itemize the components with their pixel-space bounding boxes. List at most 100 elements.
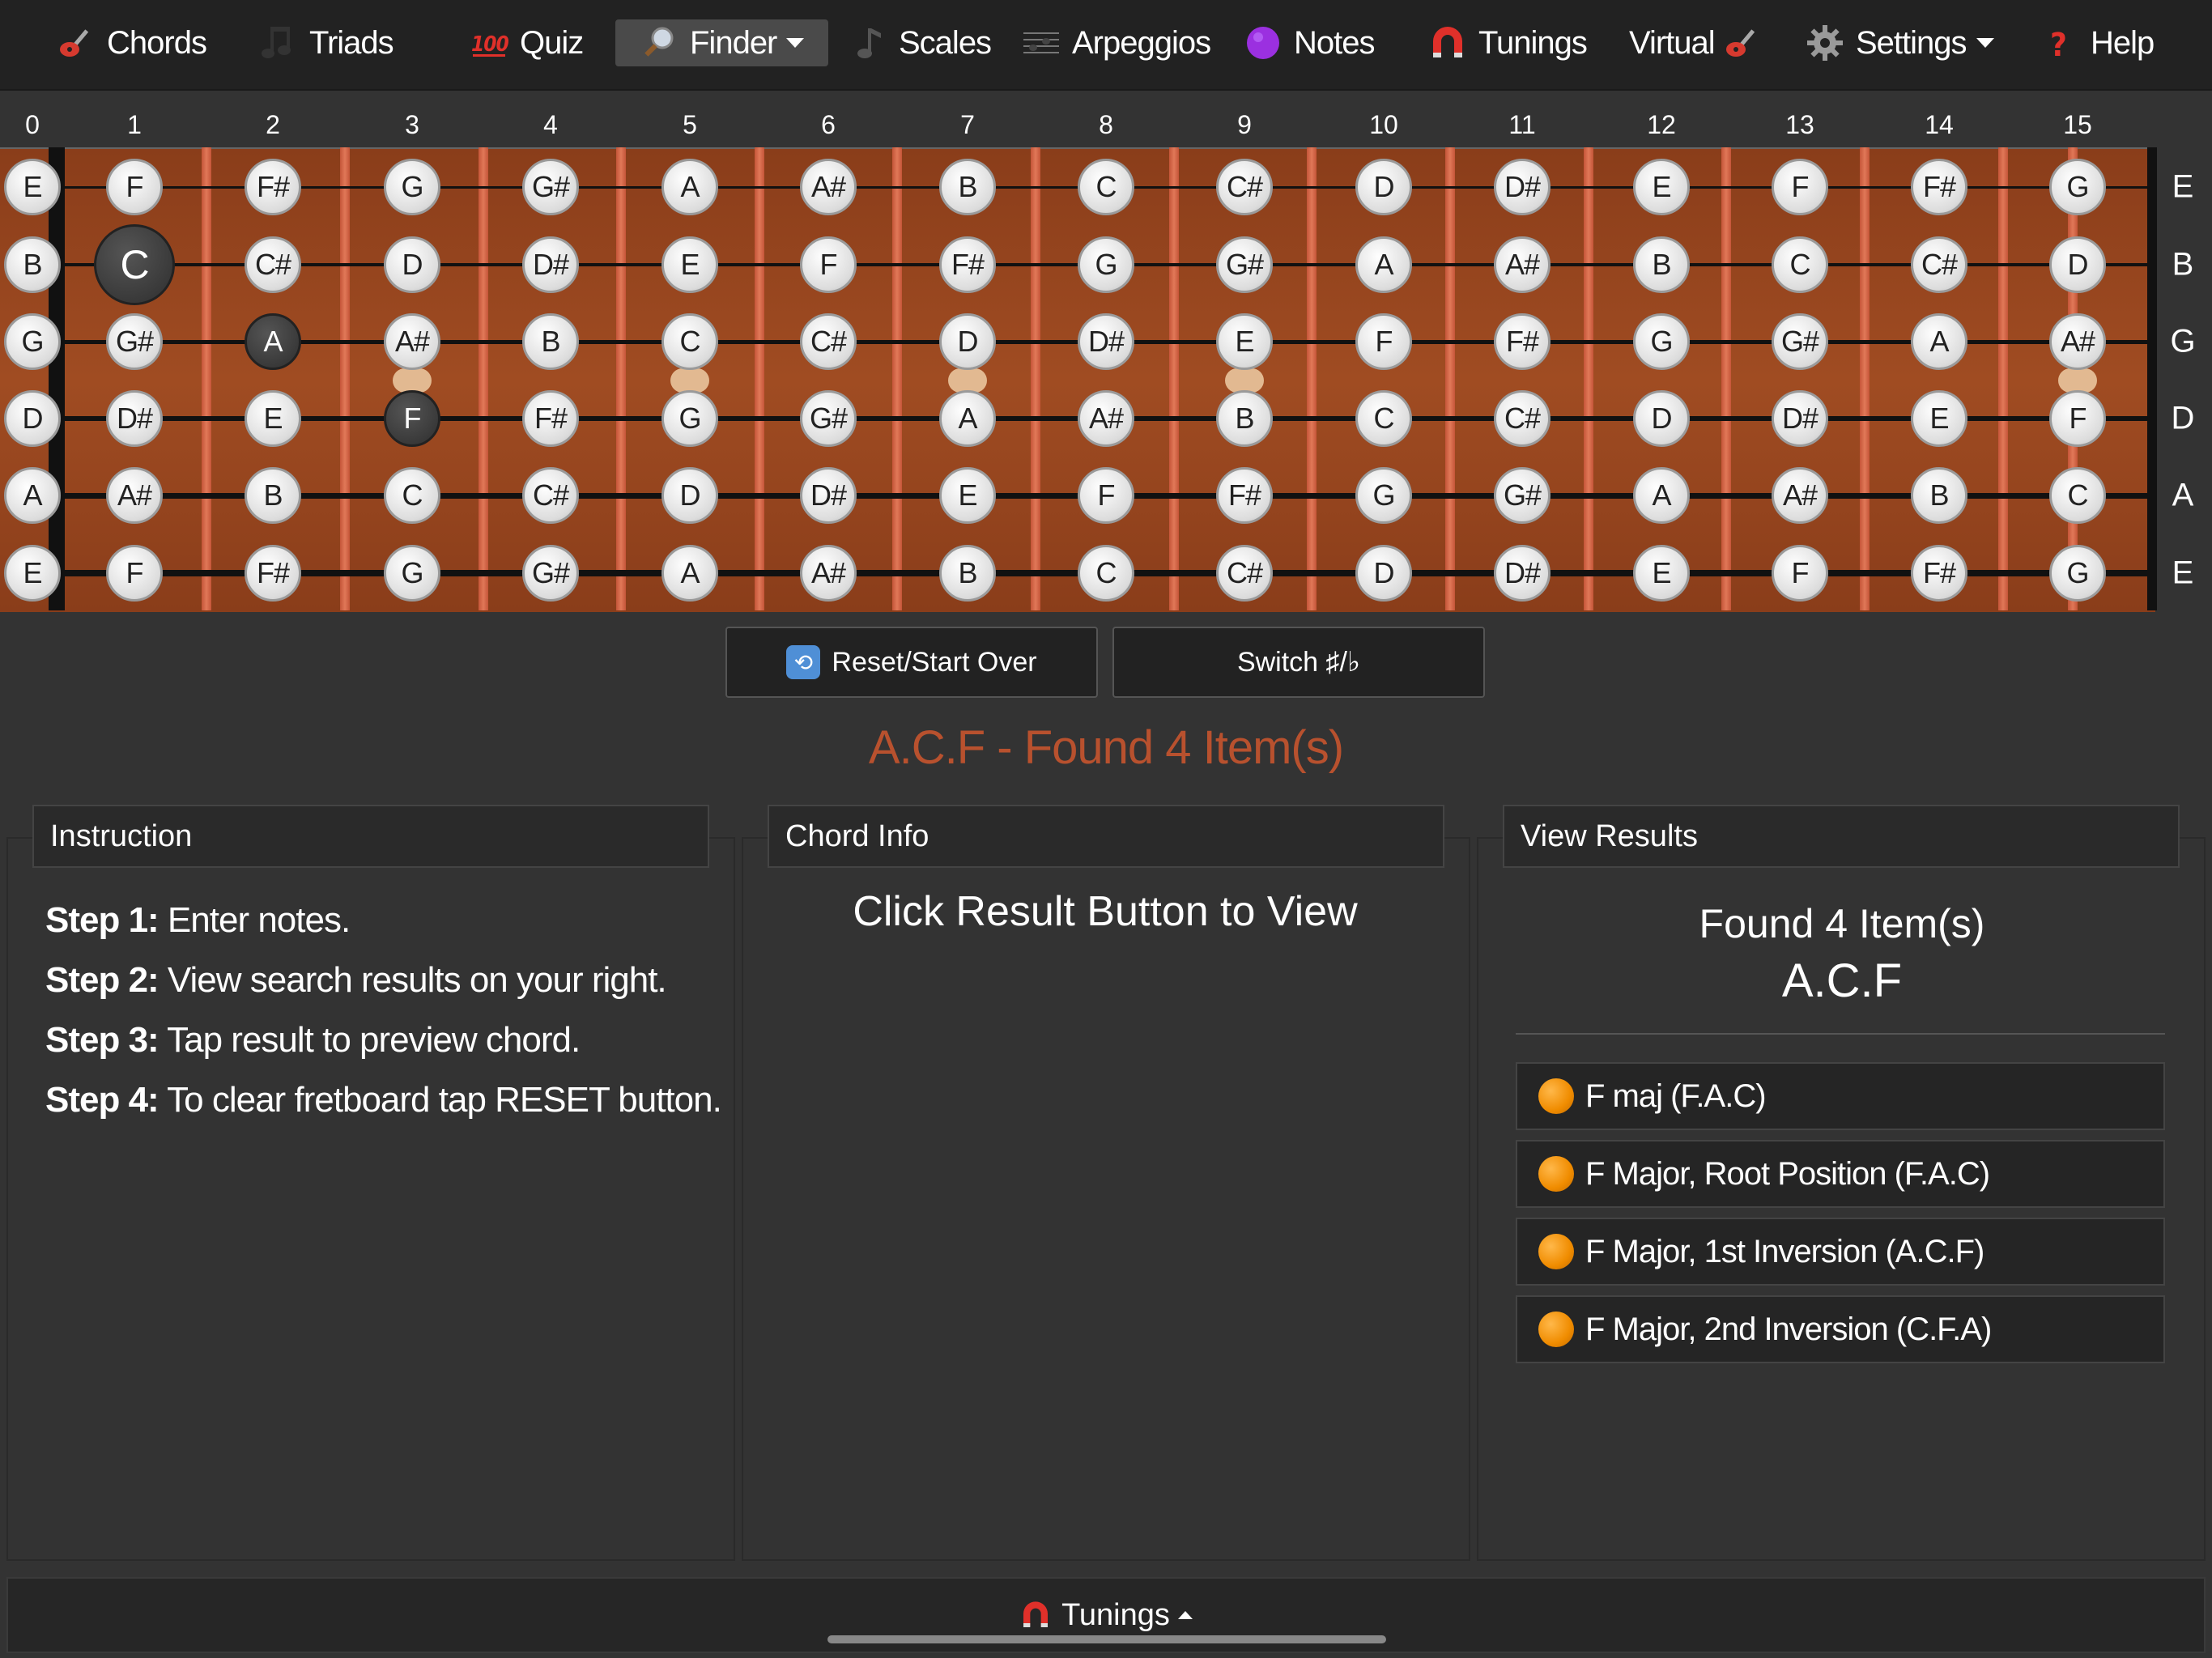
nav-settings[interactable]: Settings [1806,18,1994,68]
fret-note-button[interactable]: G [1078,236,1134,293]
fret-note-button[interactable]: A# [106,467,163,524]
fret-note-button[interactable]: A# [384,313,440,370]
fret-note-button[interactable]: B [1911,467,1967,524]
fret-note-button[interactable]: C# [1494,390,1551,447]
nav-finder[interactable]: Finder [615,19,829,66]
fret-note-button[interactable]: F [1772,159,1828,215]
fret-note-button[interactable]: A [245,313,301,370]
fret-note-button[interactable]: D [1355,545,1412,602]
nav-chords[interactable]: Chords [57,18,207,68]
fret-note-button[interactable]: F# [1911,545,1967,602]
fret-note-button[interactable]: C [1355,390,1412,447]
fret-note-button[interactable]: E [1216,313,1273,370]
fret-note-button[interactable]: G [384,159,440,215]
fret-note-button[interactable]: G# [522,159,579,215]
fret-note-button[interactable]: F# [1911,159,1967,215]
fret-note-button[interactable]: A# [800,159,857,215]
fret-note-button[interactable]: F [800,236,857,293]
fret-note-button[interactable]: F# [245,545,301,602]
scrollbar[interactable] [827,1635,1386,1643]
fret-note-button[interactable]: G# [1772,313,1828,370]
fret-note-button[interactable]: F# [939,236,996,293]
fret-note-button[interactable]: A# [2049,313,2106,370]
fret-note-button[interactable]: C [1078,545,1134,602]
fret-note-button[interactable]: D# [800,467,857,524]
fret-note-button[interactable]: A [661,545,718,602]
fret-note-button[interactable]: A [1633,467,1690,524]
fret-note-button[interactable]: D# [1494,159,1551,215]
fret-note-button[interactable]: C [661,313,718,370]
fret-note-button[interactable]: C# [522,467,579,524]
fret-note-button[interactable]: G [384,545,440,602]
reset-button[interactable]: ⟲ Reset/Start Over [725,627,1098,698]
fret-note-button[interactable]: F# [522,390,579,447]
nav-virtual[interactable]: Virtual [1629,18,1762,68]
fret-note-button[interactable]: E [1633,545,1690,602]
fret-note-button[interactable]: F [106,545,163,602]
fret-note-button[interactable]: E [1633,159,1690,215]
fret-note-button[interactable]: C [94,224,175,305]
fret-note-button[interactable]: F# [245,159,301,215]
fret-note-button[interactable]: G [4,313,61,370]
fret-note-button[interactable]: C# [800,313,857,370]
fret-note-button[interactable]: C [1772,236,1828,293]
fret-note-button[interactable]: A [661,159,718,215]
fret-note-button[interactable]: F# [1494,313,1551,370]
fret-note-button[interactable]: G# [1216,236,1273,293]
fret-note-button[interactable]: D# [522,236,579,293]
fret-note-button[interactable]: A# [1494,236,1551,293]
fret-note-button[interactable]: D [1633,390,1690,447]
fret-note-button[interactable]: A [939,390,996,447]
fret-note-button[interactable]: G# [800,390,857,447]
fret-note-button[interactable]: C# [1911,236,1967,293]
fret-note-button[interactable]: A# [1078,390,1134,447]
fret-note-button[interactable]: D [4,390,61,447]
fret-note-button[interactable]: G# [522,545,579,602]
fret-note-button[interactable]: G [1633,313,1690,370]
nav-quiz[interactable]: 100 Quiz [470,18,584,68]
fret-note-button[interactable]: A [1355,236,1412,293]
fret-note-button[interactable]: F [106,159,163,215]
fret-note-button[interactable]: A [4,467,61,524]
fret-note-button[interactable]: D# [106,390,163,447]
fret-note-button[interactable]: A# [800,545,857,602]
fret-note-button[interactable]: G [1355,467,1412,524]
result-item[interactable]: F Major, 1st Inversion (A.C.F) [1516,1218,2165,1286]
fret-note-button[interactable]: B [1633,236,1690,293]
fret-note-button[interactable]: D [2049,236,2106,293]
fret-note-button[interactable]: F# [1216,467,1273,524]
fret-note-button[interactable]: C# [245,236,301,293]
nav-help[interactable]: ? Help [2040,18,2155,68]
fret-note-button[interactable]: B [522,313,579,370]
fret-note-button[interactable]: D [661,467,718,524]
fret-note-button[interactable]: G [661,390,718,447]
fret-note-button[interactable]: E [245,390,301,447]
fret-note-button[interactable]: G# [1494,467,1551,524]
fret-note-button[interactable]: E [939,467,996,524]
result-item[interactable]: F maj (F.A.C) [1516,1062,2165,1130]
fret-note-button[interactable]: D# [1772,390,1828,447]
fret-note-button[interactable]: F [384,390,440,447]
fret-note-button[interactable]: D [1355,159,1412,215]
fret-note-button[interactable]: D# [1494,545,1551,602]
fret-note-button[interactable]: D [939,313,996,370]
fret-note-button[interactable]: A# [1772,467,1828,524]
fret-note-button[interactable]: F [1772,545,1828,602]
fret-note-button[interactable]: B [1216,390,1273,447]
fret-note-button[interactable]: C# [1216,545,1273,602]
nav-triads[interactable]: Triads [259,18,394,68]
fret-note-button[interactable]: B [245,467,301,524]
fret-note-button[interactable]: E [661,236,718,293]
fret-note-button[interactable]: D# [1078,313,1134,370]
fret-note-button[interactable]: D [384,236,440,293]
nav-scales[interactable]: Scales [849,18,992,68]
fret-note-button[interactable]: G [2049,159,2106,215]
nav-tunings[interactable]: Tunings [1428,18,1588,68]
fret-note-button[interactable]: F [1078,467,1134,524]
nav-arpeggios[interactable]: Arpeggios [1022,18,1211,68]
fret-note-button[interactable]: C [2049,467,2106,524]
fret-note-button[interactable]: G# [106,313,163,370]
fret-note-button[interactable]: B [939,545,996,602]
fret-note-button[interactable]: C [1078,159,1134,215]
fret-note-button[interactable]: F [1355,313,1412,370]
